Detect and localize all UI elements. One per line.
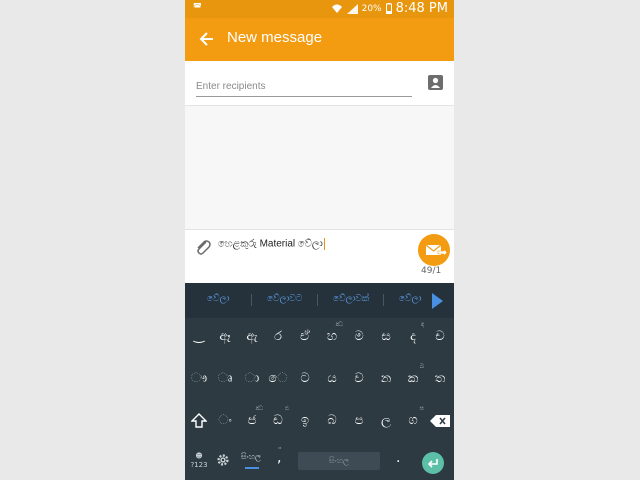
key[interactable]: ත [427,360,453,398]
backspace-key[interactable] [427,402,453,440]
text-cursor [323,238,325,250]
contact-card-icon[interactable] [428,75,443,90]
key[interactable]: හඣ [319,318,345,356]
clock: 8:48 PM [395,1,448,16]
suggestion-item[interactable]: වේලා [207,294,229,304]
battery-percent: 20% [361,3,382,14]
backspace-icon [430,414,450,427]
character-counter: 49/1 [421,266,442,276]
key[interactable]: ඒ [292,318,318,356]
period-key[interactable]: . [396,450,400,466]
key[interactable]: දඳ [400,318,426,356]
enter-arrow-icon [427,459,438,468]
symbols-key-label: ?123 [190,461,208,469]
suggestion-divider [317,294,318,306]
key[interactable]: ‿ [186,318,212,356]
shift-arrow-icon [190,412,208,428]
message-thread-area [185,106,454,229]
key[interactable]: ෙ [265,360,291,398]
app-bar: New message [185,18,454,61]
key[interactable]: ප [346,402,372,440]
key[interactable]: ව [346,360,372,398]
suggestion-strip: වේලා වේලාවට වේලාවක් වේලා [185,283,454,318]
key[interactable]: ම [346,318,372,356]
signal-icon [346,3,358,14]
battery-icon [385,3,392,14]
send-button[interactable] [418,234,450,266]
enter-key[interactable] [422,452,444,474]
language-key[interactable]: සිංහල [240,452,262,462]
compose-bar: හෙළකුරු Material වේලා 49/1 [185,229,454,284]
language-indicator [245,467,259,469]
suggestion-item[interactable]: වේලාවට [267,294,302,304]
suggestion-item[interactable]: වේලා [399,294,421,304]
notification-icon: ◚ [193,3,202,13]
space-key[interactable]: සිංහල [298,452,380,470]
key[interactable]: ගඝ [400,402,426,440]
status-bar: ◚ 20% 8:48 PM [185,0,454,18]
key[interactable]: ය [319,360,345,398]
arrow-left-icon[interactable] [197,29,217,49]
key[interactable]: ං [212,402,238,440]
send-envelope-icon [425,244,448,257]
key[interactable]: කඛ [400,360,426,398]
key[interactable]: ස [373,318,399,356]
wifi-icon [331,4,342,13]
suggestion-item[interactable]: වේලාවක් [333,294,369,304]
key[interactable]: ට [292,360,318,398]
key[interactable]: ර [265,318,291,356]
key[interactable]: ඈ [212,318,238,356]
key[interactable]: බ [319,402,345,440]
key[interactable]: ෘ [212,360,238,398]
key[interactable]: ඉ [292,402,318,440]
message-input[interactable]: හෙළකුරු Material වේලා [218,238,325,250]
key[interactable]: ඇ [239,318,265,356]
key[interactable]: ල [373,402,399,440]
suggestion-divider [383,294,384,306]
keyboard-bottom-row: ☻ ?123 සිංහල ", සිංහල . [185,444,454,480]
suggestion-divider [251,294,252,306]
gear-icon[interactable] [216,453,230,467]
recipients-bar [185,61,454,106]
key[interactable]: ච [427,318,453,356]
key[interactable]: ෟ [186,360,212,398]
message-text: හෙළකුරු Material වේලා [218,238,323,250]
recipients-input[interactable] [196,76,412,97]
emoji-icon: ☻ [195,452,203,460]
page-title: New message [227,29,323,46]
symbols-key[interactable]: ☻ ?123 [190,452,208,470]
more-suggestions-arrow-icon[interactable] [432,293,443,309]
shift-key[interactable] [186,402,212,440]
comma-key[interactable]: ", [277,446,285,466]
paperclip-icon[interactable] [193,237,213,257]
key[interactable]: ඩඪ [265,402,291,440]
key[interactable]: න [373,360,399,398]
key[interactable]: ජඣ [239,402,265,440]
key[interactable]: ා [239,360,265,398]
phone-screen: ◚ 20% 8:48 PM New message හෙළකුරු Materi… [185,0,454,480]
